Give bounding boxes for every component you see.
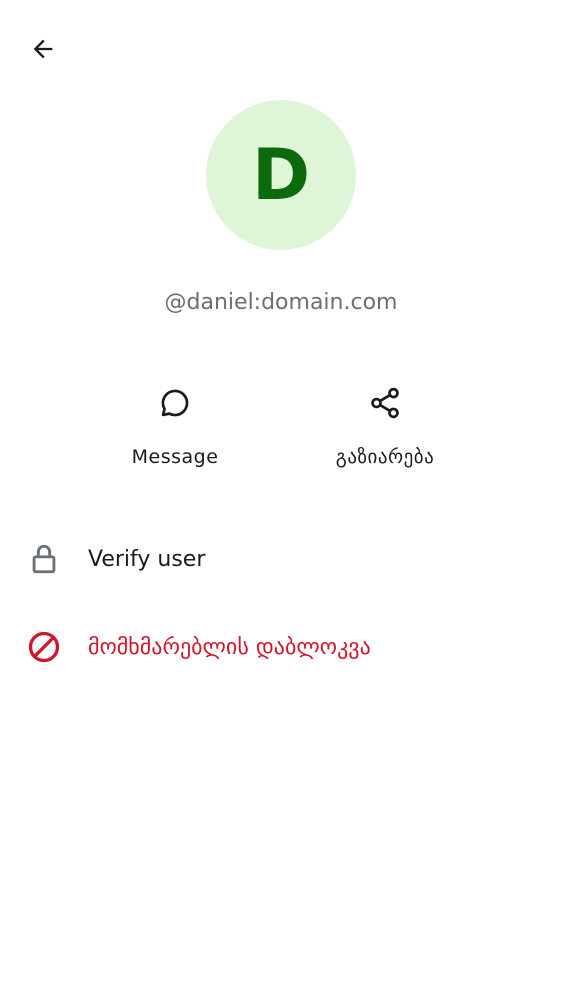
message-button[interactable]: Message (85, 378, 265, 488)
block-icon (0, 615, 88, 679)
lock-icon (0, 527, 88, 591)
block-user-item[interactable]: მომხმარებლის დაბლოკვა (0, 615, 562, 679)
back-button[interactable] (20, 28, 66, 74)
chat-bubble-icon (150, 378, 200, 428)
verify-user-item[interactable]: Verify user (0, 527, 562, 591)
avatar-initial: D (251, 134, 311, 216)
arrow-back-icon (29, 35, 57, 67)
block-user-label: მომხმარებლის დაბლოკვა (88, 634, 371, 660)
verify-user-label: Verify user (88, 546, 206, 572)
share-icon (360, 378, 410, 428)
message-label: Message (131, 446, 219, 468)
avatar: D (206, 100, 356, 250)
share-label: გაზიარება (335, 446, 435, 468)
user-id: @daniel:domain.com (164, 290, 398, 315)
share-button[interactable]: გაზიარება (295, 378, 475, 488)
